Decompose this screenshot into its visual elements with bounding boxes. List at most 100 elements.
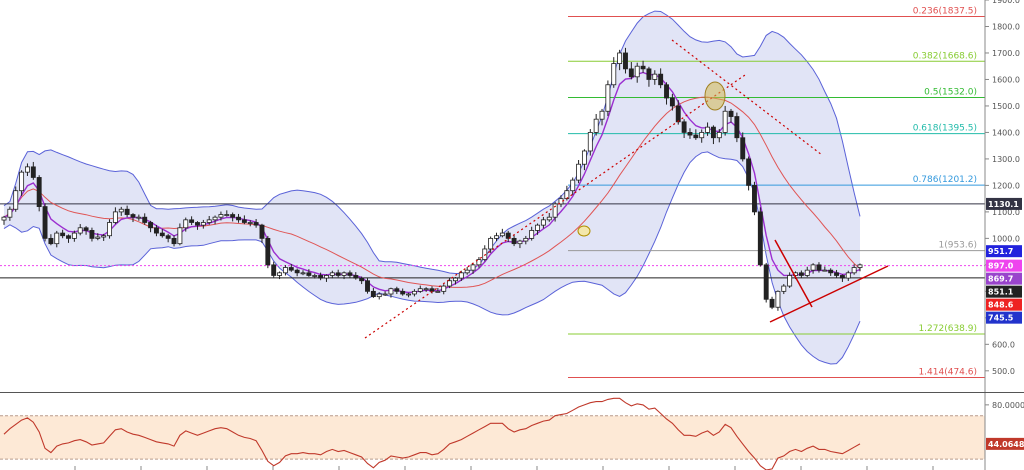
- candle-body: [746, 158, 752, 186]
- candle-body: [382, 293, 388, 296]
- candle-body: [42, 206, 48, 239]
- candle-body: [329, 272, 335, 276]
- fib-label: 0.618(1395.5): [913, 124, 977, 134]
- candle-body: [335, 272, 341, 276]
- price-tag: 951.7: [986, 245, 1022, 258]
- price-tag-label: 851.1: [988, 288, 1014, 297]
- price-tag: 869.7: [986, 272, 1022, 285]
- candle-body: [224, 214, 230, 216]
- price-tick-label: 1000.0: [992, 234, 1020, 243]
- candle-body: [423, 288, 429, 291]
- candle-body: [605, 84, 611, 112]
- candle-body: [740, 137, 746, 160]
- price-panel: 0.236(1837.5) 0.382(1668.6) 0.5(1532.0) 0.6…: [0, 0, 985, 392]
- candle-body: [452, 277, 458, 282]
- candle-body: [241, 219, 247, 223]
- price-tick-label: 1200.0: [992, 181, 1020, 190]
- candle: [763, 262, 769, 303]
- candle-body: [370, 290, 376, 298]
- candle: [42, 203, 48, 242]
- price-tick-label: 1600.0: [992, 75, 1020, 84]
- candle-body: [259, 224, 265, 239]
- candle-body: [388, 288, 394, 295]
- price-tag: 851.1: [986, 285, 1022, 298]
- candle: [265, 235, 271, 269]
- oscillator-current-tag: 44.0648: [986, 437, 1024, 450]
- candle-body: [564, 190, 570, 200]
- candle-body: [781, 285, 787, 292]
- price-axis: 500.0600.0700.0800.0900.01000.01100.0120…: [984, 0, 1022, 392]
- candle-body: [253, 222, 259, 226]
- candle-body: [611, 63, 617, 86]
- price-tick-label: 500.0: [992, 367, 1015, 376]
- candle-body: [617, 52, 623, 64]
- candle-body: [816, 264, 822, 271]
- candle-body: [212, 216, 218, 221]
- candle-body: [687, 132, 693, 136]
- candle-body: [769, 298, 775, 308]
- price-tag-label: 745.5: [988, 314, 1014, 323]
- candle-body: [112, 211, 118, 223]
- candle-body: [669, 97, 675, 107]
- candle-body: [324, 275, 329, 279]
- candle-body: [359, 277, 365, 282]
- fib-label: 0.786(1201.2): [913, 175, 977, 185]
- candle-body: [101, 235, 107, 238]
- candle-body: [159, 232, 165, 237]
- candle-body: [19, 171, 25, 192]
- candle-body: [153, 227, 159, 234]
- candle-body: [447, 280, 453, 287]
- price-tag: 848.6: [986, 298, 1022, 311]
- candle-body: [464, 269, 470, 274]
- price-tag: 897.0: [986, 259, 1022, 272]
- candle: [734, 112, 740, 143]
- highlight-ellipse-large: [704, 81, 726, 111]
- candle-body: [517, 240, 523, 245]
- price-tick-label: 1900.0: [992, 0, 1020, 5]
- candle-body: [763, 264, 769, 300]
- price-tick-label: 1700.0: [992, 49, 1020, 58]
- candle-body: [775, 290, 781, 308]
- candle-body: [83, 227, 89, 231]
- candle-body: [353, 275, 359, 279]
- candle-body: [599, 110, 605, 120]
- price-chart: 0.236(1837.5) 0.382(1668.6) 0.5(1532.0) 0.6…: [0, 0, 1024, 470]
- candle-body: [494, 235, 499, 239]
- price-tick-label: 600.0: [992, 340, 1015, 349]
- candle-body: [71, 232, 77, 239]
- candle: [757, 207, 763, 267]
- oscillator-panel: 80.0000 44.0648: [0, 393, 1024, 470]
- oscillator-axis: 80.0000 44.0648: [985, 401, 1024, 450]
- candle-body: [312, 275, 318, 277]
- price-tag-label: 848.6: [988, 301, 1014, 310]
- candle-body: [822, 269, 828, 272]
- candle-body: [435, 290, 441, 293]
- price-tag-label: 897.0: [988, 262, 1014, 271]
- candle-body: [710, 126, 716, 139]
- candle-body: [60, 232, 66, 237]
- candle-body: [95, 236, 101, 239]
- candle-body: [206, 219, 212, 223]
- candle-body: [482, 248, 488, 260]
- candle: [107, 219, 112, 239]
- candle: [36, 175, 42, 212]
- price-tick-label: 1500.0: [992, 102, 1020, 111]
- candle-body: [48, 237, 54, 245]
- candle-body: [30, 166, 36, 178]
- candle-body: [587, 132, 593, 152]
- candle-body: [36, 177, 42, 207]
- fib-label: 0.5(1532.0): [924, 87, 977, 97]
- fib-label: 1(953.6): [938, 241, 977, 251]
- candle-body: [716, 132, 722, 139]
- candle-body: [13, 190, 19, 210]
- candle-body: [271, 264, 277, 276]
- candle-body: [411, 290, 417, 295]
- candle-body: [247, 222, 253, 224]
- candle-body: [581, 150, 587, 165]
- candle-body: [734, 116, 740, 139]
- candle-body: [183, 219, 189, 229]
- candle-body: [24, 166, 30, 173]
- price-tick-label: 1800.0: [992, 22, 1020, 31]
- candle-body: [288, 267, 294, 271]
- candle-body: [628, 68, 634, 78]
